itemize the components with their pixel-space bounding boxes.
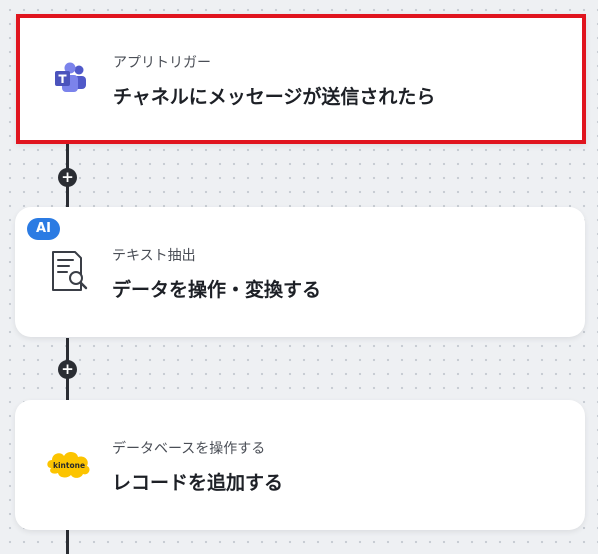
add-step-button[interactable]: + [58, 360, 77, 379]
add-step-button[interactable]: + [58, 168, 77, 187]
kintone-logo-icon: kintone [45, 440, 93, 488]
ai-badge: AI [27, 218, 60, 240]
step-type-label: アプリトリガー [113, 55, 211, 71]
step-type-label: テキスト抽出 [112, 248, 196, 264]
step-title: レコードを追加する [112, 472, 284, 494]
microsoft-teams-icon [46, 54, 94, 102]
text-extraction-step-card[interactable]: テキスト抽出 データを操作・変換する [15, 207, 585, 337]
step-type-label: データベースを操作する [112, 441, 266, 457]
connector-line [66, 530, 69, 554]
svg-text:kintone: kintone [53, 461, 85, 470]
database-step-card[interactable]: kintone データベースを操作する レコードを追加する [15, 400, 585, 530]
step-title: チャネルにメッセージが送信されたら [113, 86, 436, 108]
trigger-step-card[interactable]: アプリトリガー チャネルにメッセージが送信されたら [16, 14, 586, 144]
step-title: データを操作・変換する [112, 279, 322, 301]
document-search-icon [45, 247, 93, 295]
